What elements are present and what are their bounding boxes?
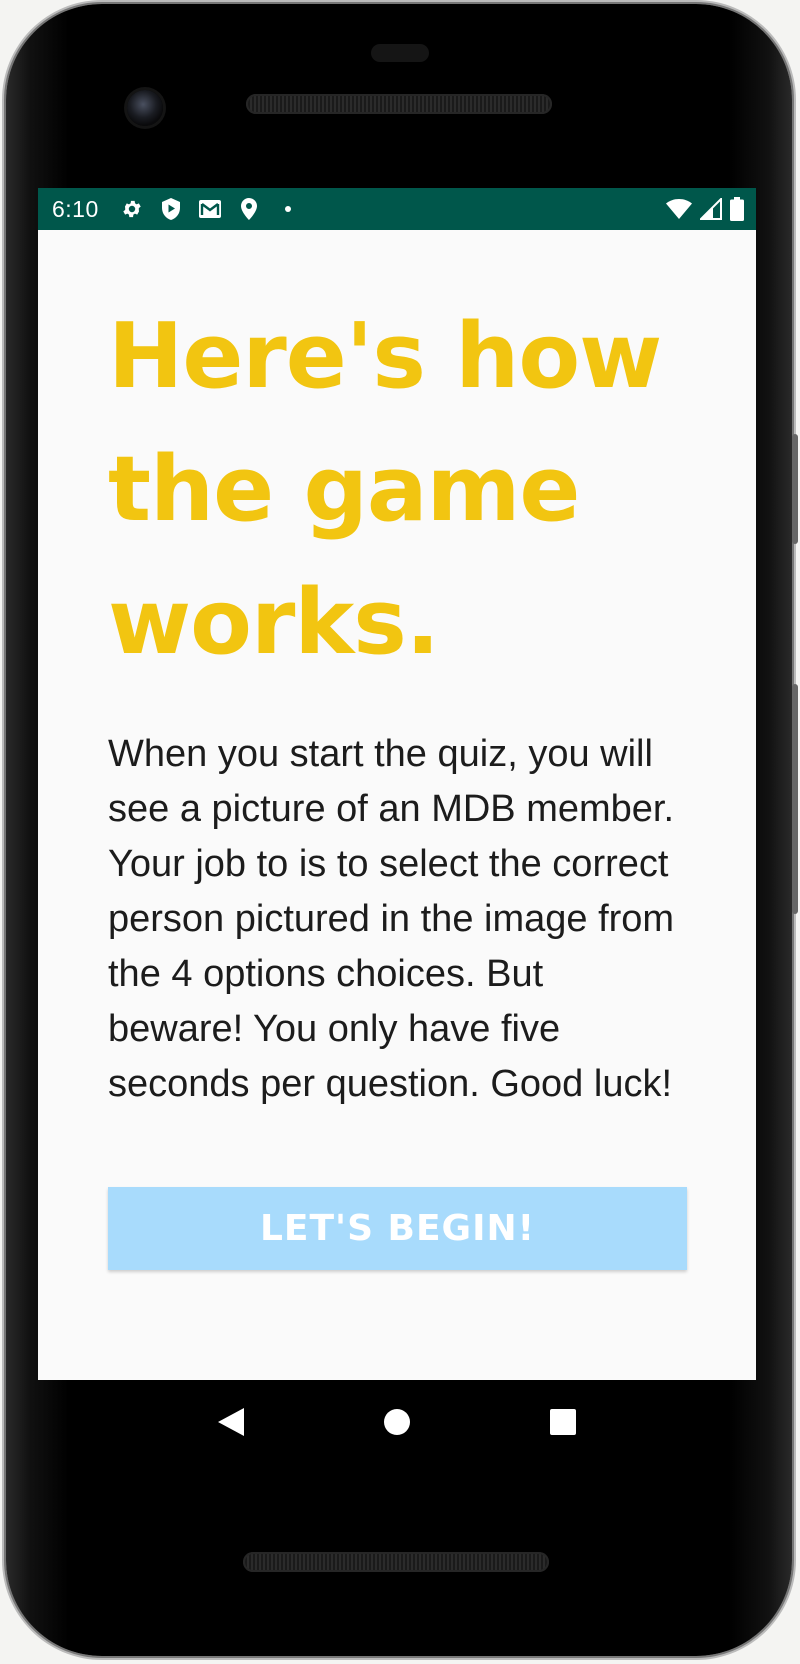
instructions-content: Here's how the game works. When you star… [38, 290, 756, 1270]
home-icon[interactable] [382, 1407, 412, 1437]
gmail-icon [198, 198, 221, 220]
app-screen: 6:10 Here's how the game works. When you [38, 188, 756, 1380]
dot-icon [277, 198, 299, 220]
proximity-sensor [371, 44, 429, 62]
volume-button [792, 684, 798, 914]
earpiece-speaker [246, 94, 552, 114]
battery-icon [730, 197, 744, 221]
page-title: Here's how the game works. [108, 304, 662, 675]
power-button [792, 434, 798, 544]
front-camera [127, 90, 163, 126]
begin-button[interactable]: LET'S BEGIN! [108, 1187, 687, 1270]
cell-signal-icon [700, 198, 722, 220]
shield-play-icon [160, 198, 182, 220]
bottom-speaker [243, 1552, 549, 1572]
status-bar: 6:10 [38, 188, 756, 230]
instructions-text: When you start the quiz, you will see a … [108, 733, 675, 1105]
wifi-icon [666, 199, 692, 219]
navigation-bar [38, 1380, 756, 1464]
back-icon[interactable] [216, 1407, 246, 1437]
recents-icon[interactable] [548, 1407, 578, 1437]
location-pin-icon [238, 198, 260, 220]
status-time: 6:10 [52, 195, 99, 222]
settings-icon [121, 198, 143, 220]
